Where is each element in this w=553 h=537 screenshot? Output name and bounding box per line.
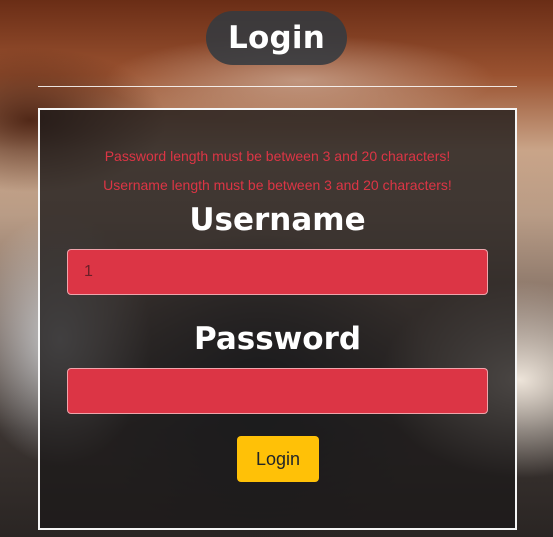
login-page: { "page": { "title": "Login" }, "form": … (0, 0, 553, 537)
page-header: Login (0, 11, 553, 65)
password-label: Password (193, 321, 362, 357)
password-length-error: Password length must be between 3 and 20… (104, 148, 451, 164)
username-label: Username (189, 202, 366, 238)
username-length-error: Username length must be between 3 and 20… (103, 177, 452, 193)
header-divider (38, 86, 517, 87)
username-input[interactable] (67, 249, 488, 295)
page-title: Login (206, 11, 347, 65)
login-form-card: Password length must be between 3 and 20… (38, 108, 517, 530)
login-button[interactable]: Login (237, 436, 319, 482)
password-input[interactable] (67, 368, 488, 414)
